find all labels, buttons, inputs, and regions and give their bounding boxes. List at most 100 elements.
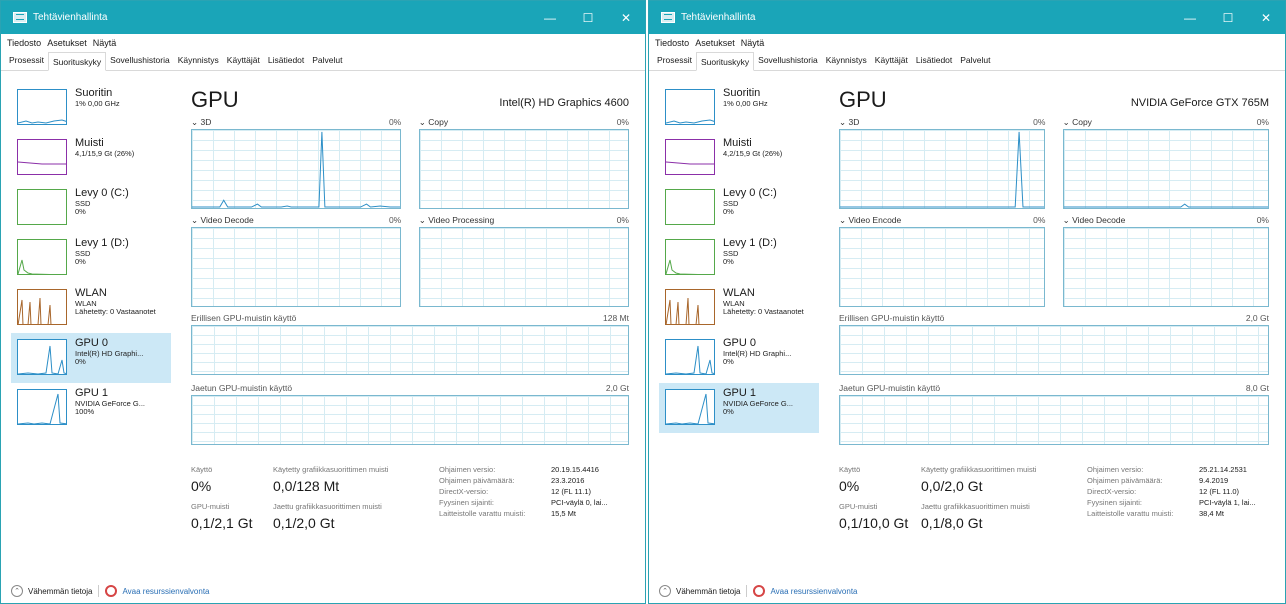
sidebar-item-label: Suoritin bbox=[75, 87, 113, 99]
graph-engine-2-name[interactable]: ⌄ Copy bbox=[1063, 117, 1092, 129]
close-icon[interactable]: ✕ bbox=[1247, 1, 1285, 34]
tab-startup[interactable]: Käynnistys bbox=[174, 51, 223, 70]
driver-info-row: Ohjaimen versio: 20.19.15.4416 bbox=[439, 465, 608, 474]
footer-bar: ⌃ Vähemmän tietoja Avaa resurssienvalvon… bbox=[649, 579, 1285, 603]
sidebar-thumbnail-graph bbox=[665, 389, 715, 425]
sidebar-thumbnail-graph bbox=[665, 339, 715, 375]
driver-info: Ohjaimen versio: 20.19.15.4416 Ohjaimen pä… bbox=[439, 465, 608, 520]
menu-item-file[interactable]: Tiedosto bbox=[655, 38, 689, 48]
graph-engine-3-name[interactable]: ⌄ Video Decode bbox=[191, 215, 254, 227]
driver-info-key: Fyysinen sijainti: bbox=[439, 498, 495, 507]
sidebar-item-levy-0-c[interactable]: Levy 0 (C:) SSD 0% bbox=[659, 183, 819, 233]
tab-users[interactable]: Käyttäjät bbox=[871, 51, 912, 70]
dedicated-memory-label: Erillisen GPU-muistin käyttö bbox=[191, 313, 297, 323]
tab-performance[interactable]: Suorituskyky bbox=[695, 52, 755, 71]
title-bar[interactable]: Tehtävienhallinta — ☐ ✕ bbox=[1, 1, 645, 34]
shared-memory-max: 8,0 Gt bbox=[1245, 383, 1269, 393]
fewer-details-button[interactable]: Vähemmän tietoja bbox=[28, 587, 92, 596]
sidebar-item-muisti[interactable]: Muisti 4,1/15,9 Gt (26%) bbox=[11, 133, 171, 183]
title-bar[interactable]: Tehtävienhallinta — ☐ ✕ bbox=[649, 1, 1285, 34]
tab-details[interactable]: Lisätiedot bbox=[264, 51, 308, 70]
chevron-up-icon[interactable]: ⌃ bbox=[659, 585, 671, 597]
shared-memory-graph bbox=[191, 395, 629, 445]
sidebar-item-suoritin[interactable]: Suoritin 1% 0,00 GHz bbox=[659, 83, 819, 133]
tab-services[interactable]: Palvelut bbox=[308, 51, 346, 70]
sidebar-item-detail: 0% bbox=[723, 207, 734, 217]
tab-app-history[interactable]: Sovellushistoria bbox=[106, 51, 174, 70]
sidebar-thumbnail-graph bbox=[17, 339, 67, 375]
tab-processes[interactable]: Prosessit bbox=[653, 51, 696, 70]
graph-engine-3-name[interactable]: ⌄ Video Encode bbox=[839, 215, 901, 227]
sidebar-thumbnail-graph bbox=[17, 139, 67, 175]
shared-memory-label: Jaetun GPU-muistin käyttö bbox=[839, 383, 941, 393]
driver-info-key: Ohjaimen versio: bbox=[439, 465, 496, 474]
sidebar-item-wlan[interactable]: WLAN WLAN Lähetetty: 0 Vastaanotet bbox=[659, 283, 819, 333]
shared-used-label: Jaettu grafiikkasuorittimen muisti bbox=[921, 502, 1030, 511]
menu-item-view[interactable]: Näytä bbox=[93, 38, 117, 48]
sidebar-item-text: Suoritin 1% 0,00 GHz bbox=[723, 87, 768, 108]
tab-users[interactable]: Käyttäjät bbox=[223, 51, 264, 70]
sidebar-item-levy-1-d[interactable]: Levy 1 (D:) SSD 0% bbox=[659, 233, 819, 283]
open-resource-monitor-link[interactable]: Avaa resurssienvalvonta bbox=[770, 587, 857, 596]
sidebar-item-detail: 0% bbox=[75, 207, 86, 217]
sidebar-item-gpu-0[interactable]: GPU 0 Intel(R) HD Graphi... 0% bbox=[659, 333, 819, 383]
sidebar-item-levy-0-c[interactable]: Levy 0 (C:) SSD 0% bbox=[11, 183, 171, 233]
sidebar-item-suoritin[interactable]: Suoritin 1% 0,00 GHz bbox=[11, 83, 171, 133]
sidebar-item-label: GPU 0 bbox=[75, 337, 109, 349]
fewer-details-button[interactable]: Vähemmän tietoja bbox=[676, 587, 740, 596]
tab-startup[interactable]: Käynnistys bbox=[822, 51, 871, 70]
driver-info-row: Laitteistolle varattu muisti: 15,5 Mt bbox=[439, 509, 608, 518]
menu-item-file[interactable]: Tiedosto bbox=[7, 38, 41, 48]
driver-info-value: 12 (FL 11.0) bbox=[1199, 487, 1240, 496]
resource-monitor-icon[interactable] bbox=[753, 585, 766, 597]
menu-item-options[interactable]: Asetukset bbox=[695, 38, 735, 48]
resource-monitor-icon[interactable] bbox=[105, 585, 118, 597]
performance-sidebar: Suoritin 1% 0,00 GHz Muisti 4,1/15,9 Gt (26… bbox=[11, 83, 171, 433]
sidebar-item-levy-1-d[interactable]: Levy 1 (D:) SSD 0% bbox=[11, 233, 171, 283]
sidebar-item-wlan[interactable]: WLAN WLAN Lähetetty: 0 Vastaanotet bbox=[11, 283, 171, 333]
sidebar-item-label: WLAN bbox=[75, 287, 107, 299]
sidebar-item-detail: 0% bbox=[75, 357, 86, 367]
sidebar-item-gpu-0[interactable]: GPU 0 Intel(R) HD Graphi... 0% bbox=[11, 333, 171, 383]
sidebar-item-text: Levy 1 (D:) SSD 0% bbox=[723, 237, 777, 267]
menu-item-view[interactable]: Näytä bbox=[741, 38, 765, 48]
sidebar-thumbnail-graph bbox=[665, 239, 715, 275]
trace-copy bbox=[1064, 204, 1268, 207]
tab-bar: Prosessit Suorituskyky Sovellushistoria … bbox=[1, 52, 645, 71]
graph-engine-1-name[interactable]: ⌄ 3D bbox=[839, 117, 859, 129]
driver-info-key: Laitteistolle varattu muisti: bbox=[1087, 509, 1174, 518]
tab-app-history[interactable]: Sovellushistoria bbox=[754, 51, 822, 70]
sidebar-item-detail: 0% bbox=[723, 357, 734, 367]
divider bbox=[98, 585, 100, 597]
graph-engine-1-name[interactable]: ⌄ 3D bbox=[191, 117, 211, 129]
driver-info-row: DirectX-versio: 12 (FL 11.0) bbox=[1087, 487, 1256, 496]
tab-details[interactable]: Lisätiedot bbox=[912, 51, 956, 70]
chevron-up-icon[interactable]: ⌃ bbox=[11, 585, 23, 597]
open-resource-monitor-link[interactable]: Avaa resurssienvalvonta bbox=[122, 587, 209, 596]
graph-engine-1 bbox=[191, 129, 402, 209]
tab-performance[interactable]: Suorituskyky bbox=[47, 52, 107, 71]
menu-bar: Tiedosto Asetukset Näytä bbox=[1, 34, 645, 52]
tab-processes[interactable]: Prosessit bbox=[5, 51, 48, 70]
sidebar-item-text: WLAN WLAN Lähetetty: 0 Vastaanotet bbox=[75, 287, 156, 317]
sidebar-item-detail: 1% 0,00 GHz bbox=[723, 98, 768, 108]
graph-engine-4-name[interactable]: ⌄ Video Decode bbox=[1063, 215, 1126, 227]
sidebar-item-muisti[interactable]: Muisti 4,2/15,9 Gt (26%) bbox=[659, 133, 819, 183]
minimize-icon[interactable]: — bbox=[1171, 1, 1209, 34]
sidebar-item-gpu-1[interactable]: GPU 1 NVIDIA GeForce G... 0% bbox=[659, 383, 819, 433]
menu-item-options[interactable]: Asetukset bbox=[47, 38, 87, 48]
sidebar-item-text: Suoritin 1% 0,00 GHz bbox=[75, 87, 120, 108]
maximize-icon[interactable]: ☐ bbox=[569, 1, 607, 34]
task-manager-window-left: Tehtävienhallinta — ☐ ✕ Tiedosto Asetuks… bbox=[0, 0, 646, 604]
maximize-icon[interactable]: ☐ bbox=[1209, 1, 1247, 34]
close-icon[interactable]: ✕ bbox=[607, 1, 645, 34]
sidebar-item-text: Muisti 4,2/15,9 Gt (26%) bbox=[723, 137, 782, 158]
graph-engine-2-name[interactable]: ⌄ Copy bbox=[419, 117, 448, 129]
sidebar-item-detail: Lähetetty: 0 Vastaanotet bbox=[75, 307, 156, 317]
sidebar-item-label: WLAN bbox=[723, 287, 755, 299]
tab-services[interactable]: Palvelut bbox=[956, 51, 994, 70]
sidebar-item-gpu-1[interactable]: GPU 1 NVIDIA GeForce G... 100% bbox=[11, 383, 171, 433]
minimize-icon[interactable]: — bbox=[531, 1, 569, 34]
dedicated-memory-label: Erillisen GPU-muistin käyttö bbox=[839, 313, 945, 323]
graph-engine-4-name[interactable]: ⌄ Video Processing bbox=[419, 215, 494, 227]
